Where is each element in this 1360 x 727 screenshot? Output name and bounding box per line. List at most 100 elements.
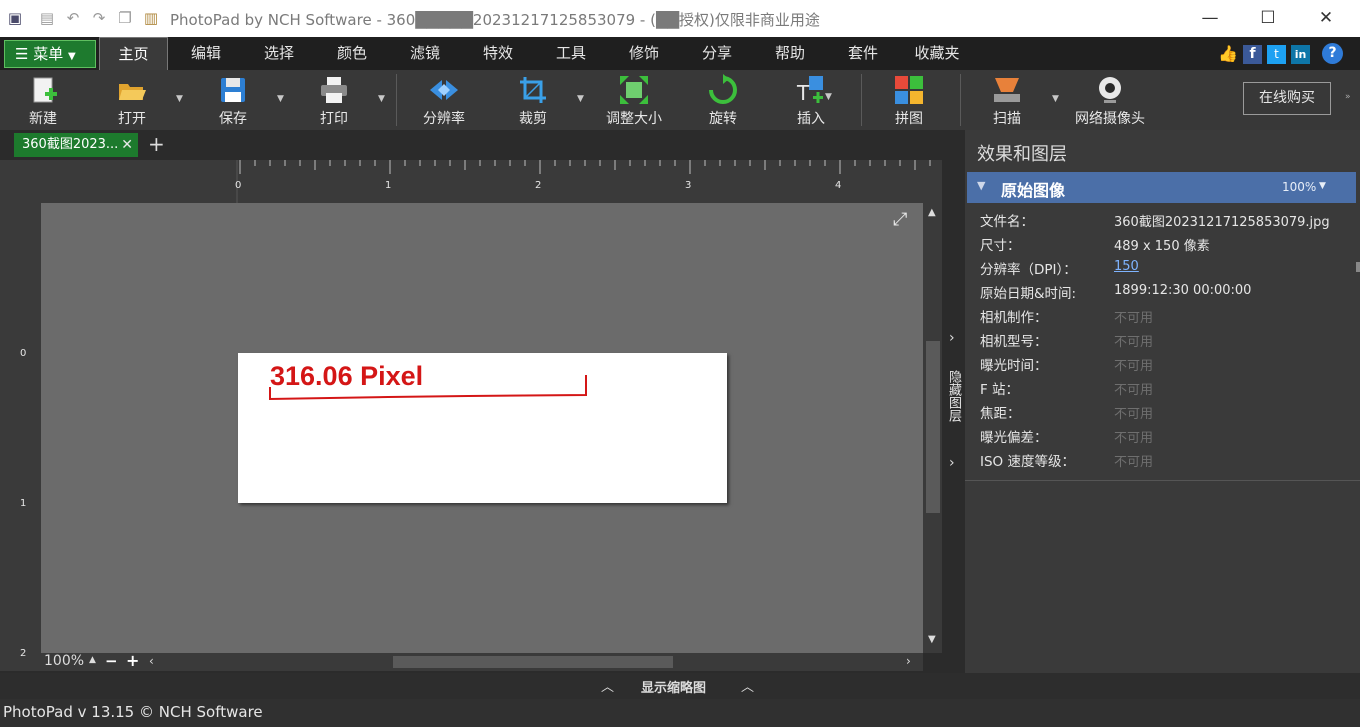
open-button[interactable]: 打开 — [111, 74, 153, 128]
tab-suite[interactable]: 套件 — [831, 37, 895, 70]
scroll-right-icon[interactable]: › — [906, 654, 911, 668]
twitter-icon[interactable]: t — [1267, 45, 1286, 64]
zoom-out-button[interactable]: − — [105, 652, 118, 670]
webcam-icon — [1099, 77, 1121, 103]
document-image[interactable]: 316.06 Pixel — [238, 353, 727, 503]
scroll-up-icon[interactable]: ▲ — [928, 207, 936, 218]
show-thumbnails-label[interactable]: 显示缩略图 — [641, 677, 706, 696]
vertical-scroll-thumb[interactable] — [926, 341, 940, 513]
help-icon[interactable]: ? — [1322, 43, 1343, 64]
fullscreen-icon[interactable]: ⤢ — [893, 209, 907, 230]
tab-retouch[interactable]: 修饰 — [612, 37, 676, 70]
horizontal-scroll-thumb[interactable] — [393, 656, 673, 668]
property-value: 不可用 — [1114, 311, 1154, 326]
save-dropdown-icon[interactable]: ▼ — [277, 94, 284, 104]
crop-button[interactable]: 裁剪 — [512, 74, 554, 128]
insert-dropdown-icon[interactable]: ▼ — [825, 92, 832, 102]
hide-layers-label[interactable]: 隐藏图层 — [946, 370, 963, 422]
property-label: F 站： — [980, 382, 1020, 398]
tab-filters[interactable]: 滤镜 — [393, 37, 457, 70]
ruler-label-3: 3 — [685, 180, 692, 191]
like-icon[interactable]: 👍 — [1218, 44, 1238, 64]
maximize-button[interactable]: ☐ — [1253, 6, 1283, 30]
chevron-up-icon[interactable]: ︿ — [741, 676, 754, 695]
undo-icon[interactable]: ↶ — [64, 9, 82, 27]
paste-icon[interactable]: ▥ — [142, 9, 160, 27]
chevron-down-icon[interactable]: ▼ — [1319, 181, 1326, 191]
original-image-section-header[interactable]: ▼ 原始图像 100% ▼ — [967, 172, 1356, 203]
chevron-right-icon[interactable]: › — [949, 330, 955, 346]
ruler-label-1: 1 — [20, 498, 27, 509]
print-dropdown-icon[interactable]: ▼ — [378, 94, 385, 104]
resize-button[interactable]: 调整大小 — [602, 74, 666, 128]
scroll-down-icon[interactable]: ▼ — [928, 634, 936, 645]
print-button[interactable]: 打印 — [313, 74, 355, 128]
tab-color[interactable]: 颜色 — [320, 37, 384, 70]
zoom-chevron-icon[interactable]: ▲ — [89, 655, 96, 665]
zoom-in-button[interactable]: + — [126, 651, 139, 670]
webcam-button[interactable]: 网络摄像头 — [1072, 74, 1148, 128]
scan-label: 扫描 — [993, 111, 1021, 127]
toolbar-overflow-icon[interactable]: » — [1345, 92, 1351, 102]
section-title: 原始图像 — [1001, 181, 1066, 200]
tab-tools[interactable]: 工具 — [539, 37, 603, 70]
chevron-up-icon[interactable]: ︿ — [601, 676, 614, 695]
title-bar: ▣ ▤ ↶ ↷ ❐ ▥ PhotoPad by NCH Software - 3… — [0, 0, 1360, 37]
crop-icon — [520, 77, 546, 103]
section-zoom[interactable]: 100% — [1282, 180, 1316, 194]
tab-home[interactable]: 主页 — [99, 37, 168, 70]
save-button[interactable]: 保存 — [212, 74, 254, 128]
close-button[interactable]: ✕ — [1311, 6, 1341, 30]
toolbar-divider — [960, 74, 961, 126]
property-label: 相机型号： — [980, 334, 1048, 350]
vertical-scrollbar[interactable]: ▲ ▼ — [923, 203, 942, 653]
property-value: 不可用 — [1114, 359, 1154, 374]
image-canvas[interactable]: ⤢ 316.06 Pixel — [41, 203, 923, 653]
scroll-left-icon[interactable]: ‹ — [149, 654, 154, 668]
buy-online-button[interactable]: 在线购买 — [1243, 82, 1331, 115]
facebook-icon[interactable]: f — [1243, 45, 1262, 64]
insert-label: 插入 — [797, 111, 825, 127]
ruler-label-4: 4 — [835, 180, 842, 191]
tab-help[interactable]: 帮助 — [758, 37, 822, 70]
open-label: 打开 — [118, 111, 146, 127]
collapse-triangle-icon[interactable]: ▼ — [977, 179, 985, 192]
hamburger-icon: ☰ — [15, 45, 29, 63]
ruler-label-2: 2 — [20, 648, 27, 659]
tab-effects[interactable]: 特效 — [466, 37, 530, 70]
linkedin-icon[interactable]: in — [1291, 45, 1310, 64]
resolution-button[interactable]: 分辨率 — [418, 74, 470, 128]
scan-button[interactable]: 扫描 — [986, 74, 1028, 128]
thumbnail-toggle-bar[interactable]: ︿ 显示缩略图 ︿ — [0, 673, 1360, 699]
copy-icon[interactable]: ❐ — [116, 9, 134, 27]
open-dropdown-icon[interactable]: ▼ — [176, 94, 183, 104]
resolution-icon — [430, 80, 458, 100]
property-value: 不可用 — [1114, 431, 1154, 446]
new-button[interactable]: 新建 — [22, 74, 64, 128]
rotate-button[interactable]: 旋转 — [702, 74, 744, 128]
main-menu-button[interactable]: ☰ 菜单 ▼ — [4, 40, 96, 68]
panel-resize-handle[interactable] — [1356, 262, 1360, 272]
property-value: 不可用 — [1114, 383, 1154, 398]
crop-dropdown-icon[interactable]: ▼ — [577, 94, 584, 104]
scan-dropdown-icon[interactable]: ▼ — [1052, 94, 1059, 104]
redo-icon[interactable]: ↷ — [90, 9, 108, 27]
collage-button[interactable]: 拼图 — [888, 74, 930, 128]
save-quick-icon[interactable]: ▤ — [38, 9, 56, 27]
close-tab-icon[interactable]: ✕ — [121, 133, 133, 157]
property-label: 曝光时间： — [980, 358, 1048, 374]
new-file-icon — [33, 77, 57, 103]
minimize-button[interactable]: — — [1195, 6, 1225, 30]
tab-share[interactable]: 分享 — [685, 37, 749, 70]
tab-favorites[interactable]: 收藏夹 — [904, 37, 970, 70]
document-tab[interactable]: 360截图2023... ✕ — [14, 133, 138, 157]
zoom-level[interactable]: 100% — [44, 653, 84, 669]
layers-collapse-strip[interactable]: › 隐藏图层 › — [944, 130, 965, 673]
chevron-right-icon[interactable]: › — [949, 455, 955, 471]
tab-select[interactable]: 选择 — [247, 37, 311, 70]
add-tab-icon[interactable]: + — [148, 132, 165, 156]
window-title: PhotoPad by NCH Software - 360█████20231… — [170, 11, 820, 29]
dpi-link[interactable]: 150 — [1114, 259, 1139, 274]
svg-text:T: T — [796, 81, 810, 105]
tab-edit[interactable]: 编辑 — [174, 37, 238, 70]
